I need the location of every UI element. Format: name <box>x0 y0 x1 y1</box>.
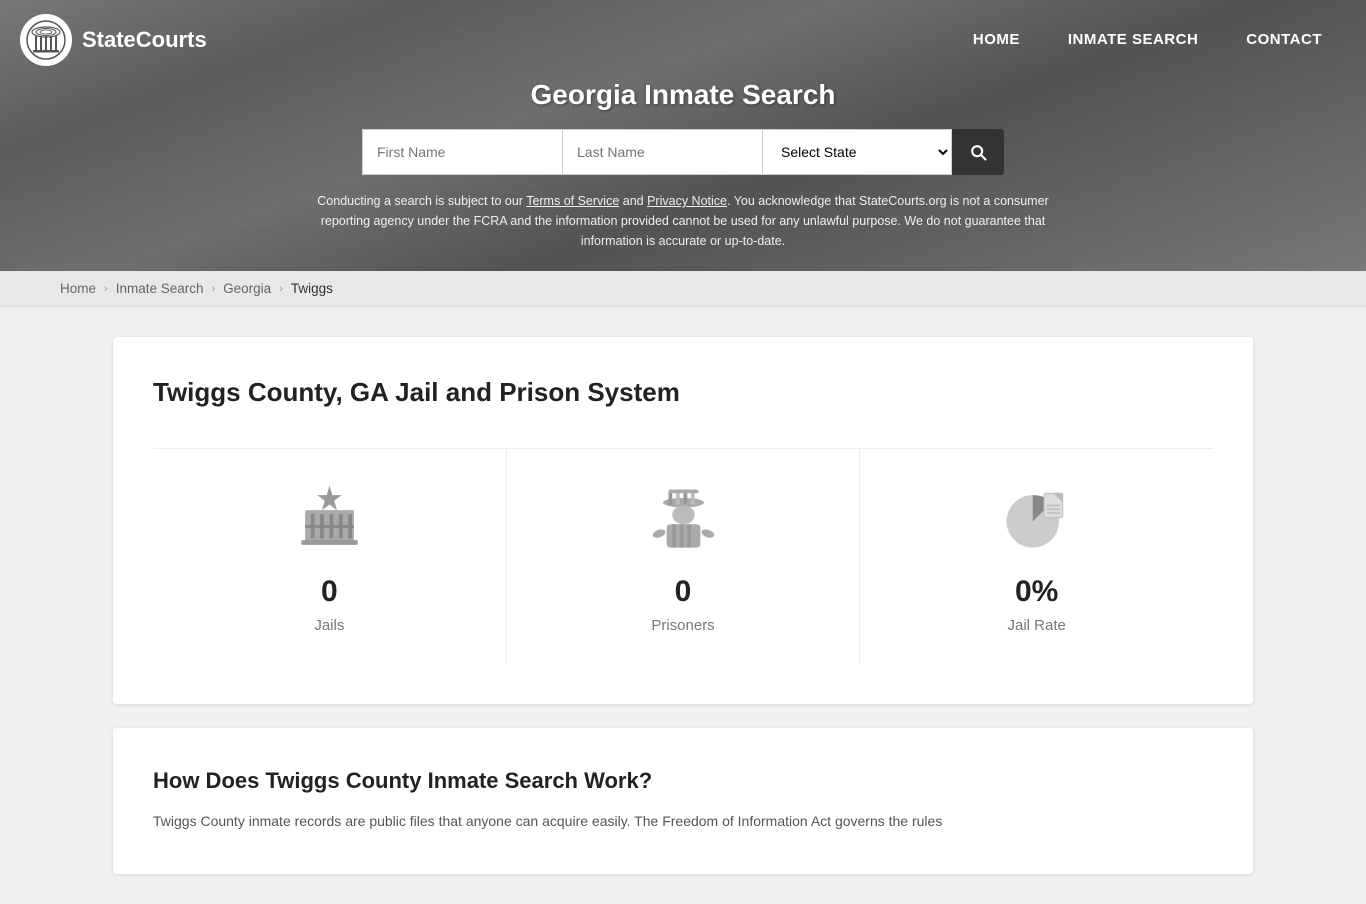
info-card-title: How Does Twiggs County Inmate Search Wor… <box>153 768 1213 794</box>
info-card: How Does Twiggs County Inmate Search Wor… <box>113 728 1253 874</box>
jails-count: 0 <box>321 575 338 609</box>
prisoner-icon <box>643 479 723 559</box>
search-icon <box>968 142 988 162</box>
nav-inmate-search[interactable]: INMATE SEARCH <box>1044 3 1222 76</box>
breadcrumb-sep-3: › <box>279 283 283 295</box>
search-bar: Select StateAlabamaAlaskaArizonaArkansas… <box>0 129 1366 175</box>
jails-stat: 0 Jails <box>153 449 507 664</box>
header: StateCourts HOME INMATE SEARCH CONTACT G… <box>0 0 1366 271</box>
prisoners-stat: 0 Prisoners <box>507 449 861 664</box>
jail-icon <box>289 479 369 559</box>
disclaimer-and: and <box>619 194 647 208</box>
logo-icon <box>20 14 72 66</box>
nav-contact[interactable]: CONTACT <box>1222 3 1346 76</box>
stats-card-title: Twiggs County, GA Jail and Prison System <box>153 377 1213 408</box>
prisoners-count: 0 <box>675 575 692 609</box>
breadcrumb-state[interactable]: Georgia <box>223 281 271 296</box>
main-content: Twiggs County, GA Jail and Prison System <box>93 337 1273 874</box>
page-title: Georgia Inmate Search <box>0 79 1366 111</box>
disclaimer: Conducting a search is subject to our Te… <box>293 191 1073 251</box>
nav-home[interactable]: HOME <box>949 3 1044 76</box>
breadcrumb: Home › Inmate Search › Georgia › Twiggs <box>0 271 1366 307</box>
disclaimer-text-before: Conducting a search is subject to our <box>317 194 526 208</box>
state-select[interactable]: Select StateAlabamaAlaskaArizonaArkansas… <box>762 129 952 175</box>
jail-rate-value: 0% <box>1015 575 1058 609</box>
breadcrumb-inmate-search[interactable]: Inmate Search <box>116 281 204 296</box>
last-name-input[interactable] <box>562 129 762 175</box>
terms-link[interactable]: Terms of Service <box>526 194 619 208</box>
prisoners-label: Prisoners <box>651 617 714 634</box>
stats-card: Twiggs County, GA Jail and Prison System <box>113 337 1253 704</box>
site-name: StateCourts <box>82 27 207 53</box>
nav-links: HOME INMATE SEARCH CONTACT <box>949 3 1346 76</box>
first-name-input[interactable] <box>362 129 562 175</box>
breadcrumb-sep-1: › <box>104 283 108 295</box>
search-button[interactable] <box>952 129 1004 175</box>
breadcrumb-home[interactable]: Home <box>60 281 96 296</box>
rate-icon <box>997 479 1077 559</box>
stats-row: 0 Jails <box>153 448 1213 664</box>
privacy-link[interactable]: Privacy Notice <box>647 194 727 208</box>
navbar: StateCourts HOME INMATE SEARCH CONTACT <box>0 0 1366 79</box>
breadcrumb-current: Twiggs <box>291 281 333 296</box>
jail-rate-stat: 0% Jail Rate <box>860 449 1213 664</box>
info-card-text: Twiggs County inmate records are public … <box>153 810 1213 834</box>
jails-label: Jails <box>314 617 344 634</box>
site-logo[interactable]: StateCourts <box>20 14 207 66</box>
jail-rate-label: Jail Rate <box>1008 617 1066 634</box>
search-section: Georgia Inmate Search Select StateAlabam… <box>0 79 1366 271</box>
breadcrumb-sep-2: › <box>211 283 215 295</box>
